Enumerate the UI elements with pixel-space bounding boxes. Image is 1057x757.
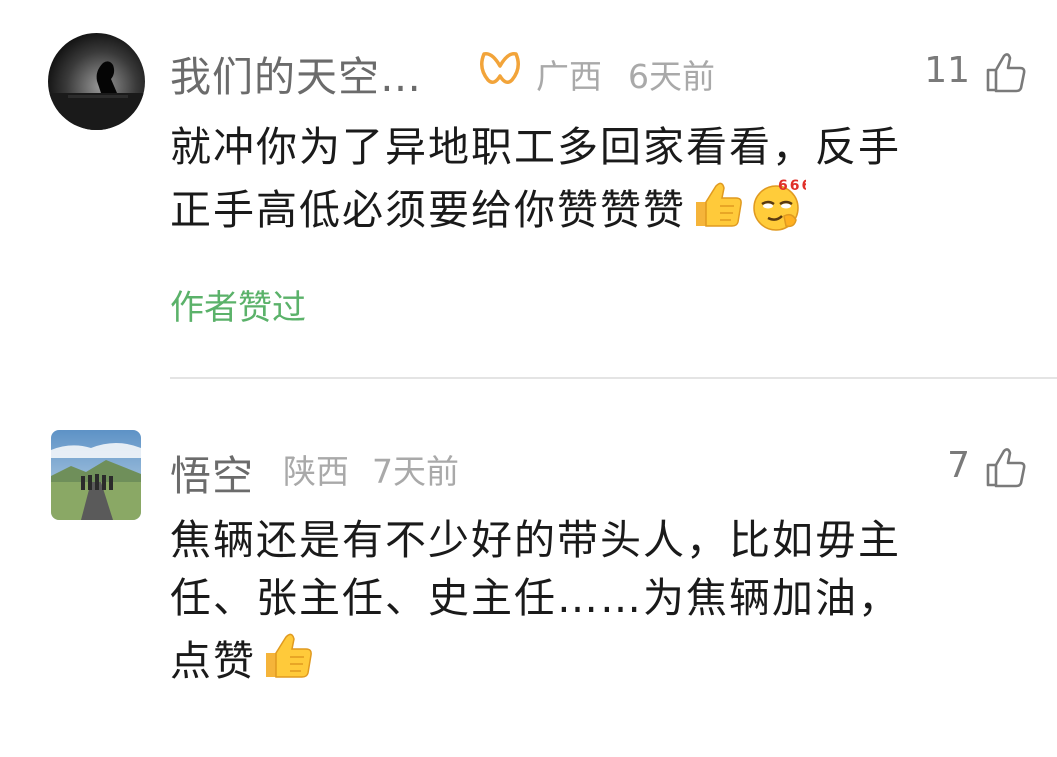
comment-text-line: 点赞 [170, 637, 256, 685]
666-label: 666 [778, 178, 806, 194]
thumbs-up-emoji-icon [258, 627, 316, 685]
comment-text-line: 任、张主任、史主任……为焦辆加油， [170, 574, 901, 622]
comment-text-line-2: 正手高低必须要给你赞赞赞 666 [170, 176, 1040, 239]
location: 陕西 [283, 452, 349, 491]
comment-text: 焦辆还是有不少好的带头人，比如毋主 任、张主任、史主任……为焦辆加油， 点赞 [170, 511, 1040, 690]
comment-text-line-3: 点赞 [170, 627, 1040, 690]
thumbs-up-emoji-icon [688, 176, 746, 234]
timestamp: 6天前 [628, 57, 715, 96]
666-smirk-emoji-icon: 666 [748, 176, 806, 234]
author-liked-label: 作者赞过 [170, 288, 306, 328]
location: 广西 [536, 57, 602, 96]
thumbs-up-icon[interactable] [984, 50, 1028, 94]
username[interactable]: 我们的天空… [170, 43, 422, 103]
comment-text-line: 正手高低必须要给你赞赞赞 [170, 186, 686, 234]
comment-item: 我们的天空… 广西 6天前 11 就冲你为了异地职工多回家看看，反手 正手高低必… [0, 0, 1057, 377]
comment-text-line: 就冲你为了异地职工多回家看看，反手 [170, 123, 901, 171]
comment-text-line: 焦辆还是有不少好的带头人，比如毋主 [170, 516, 901, 564]
thumbs-up-icon[interactable] [984, 445, 1028, 489]
like-count: 11 [924, 50, 970, 91]
comment-item: 悟空 陕西 7天前 7 焦辆还是有不少好的带头人，比如毋主 任、张主任、史主任…… [0, 379, 1057, 757]
avatar[interactable] [48, 33, 145, 130]
timestamp: 7天前 [372, 452, 459, 491]
comment-text: 就冲你为了异地职工多回家看看，反手 正手高低必须要给你赞赞赞 666 [170, 118, 1040, 239]
comment-list: 我们的天空… 广西 6天前 11 就冲你为了异地职工多回家看看，反手 正手高低必… [0, 0, 1057, 757]
username[interactable]: 悟空 [170, 442, 254, 502]
ribbon-badge-icon [478, 50, 522, 90]
like-count: 7 [947, 445, 970, 486]
avatar[interactable] [51, 430, 141, 520]
